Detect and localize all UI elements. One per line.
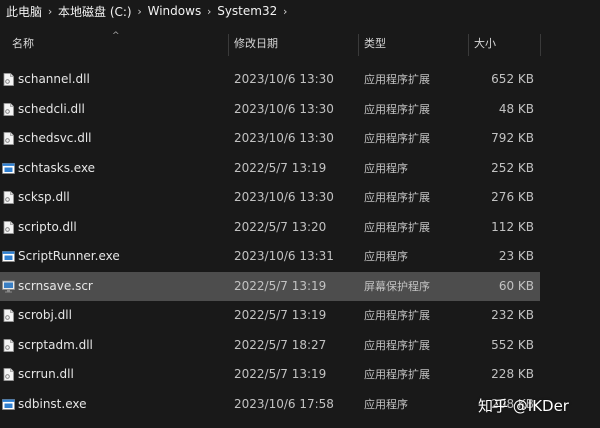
file-name: schedsvc.dll [18,131,92,145]
file-size: 276 KB [491,190,534,204]
file-name: schtasks.exe [18,160,96,175]
dll-icon [2,191,15,204]
file-row[interactable]: scksp.dll 2023/10/6 13:30 应用程序扩展 276 KB [0,183,540,212]
file-size: 48 KB [498,101,534,116]
file-size: 252 KB [491,160,534,175]
file-list: scecli.dll 2023/10/6 13:30 schannel.dll 2… [0,56,600,428]
breadcrumb: 此电脑 › 本地磁盘 (C:) › Windows › System32 › [0,0,600,22]
file-date: 2022/5/7 13:19 [234,278,327,293]
file-name: ScriptRunner.exe [18,249,120,263]
dll-icon [2,132,15,145]
file-name: scrptadm.dll [18,337,93,352]
breadcrumb-windows[interactable]: Windows [146,4,204,18]
column-header-size[interactable]: 大小 [474,32,496,56]
file-size: 652 KB [491,72,534,86]
chevron-right-icon[interactable]: › [134,5,146,18]
file-date: 2022/5/7 13:19 [234,160,327,175]
file-date: 2022/5/7 13:20 [234,219,327,234]
column-divider[interactable] [228,34,229,56]
file-name: sdbinst.exe [18,396,87,411]
column-header: ^ 名称 修改日期 类型 大小 [0,31,600,56]
file-row[interactable]: ScriptRunner.exe 2023/10/6 13:31 应用程序 23 KB [0,242,540,271]
file-row[interactable]: scrnsave.scr 2022/5/7 13:19 屏幕保护程序 60 KB [0,271,540,301]
file-type: 应用程序扩展 [364,191,430,204]
file-date: 2023/10/6 13:30 [234,190,334,204]
file-row[interactable]: scrobj.dll 2022/5/7 13:19 应用程序扩展 232 KB [0,301,540,330]
file-size: 792 KB [491,131,534,145]
file-name: scrnsave.scr [18,278,93,293]
file-row-partial[interactable]: scecli.dll 2023/10/6 13:30 [0,56,540,65]
file-type: 应用程序 [364,397,408,411]
file-name: scksp.dll [18,190,70,204]
file-row[interactable]: schedsvc.dll 2023/10/6 13:30 应用程序扩展 792 KB [0,124,540,153]
file-row[interactable]: schannel.dll 2023/10/6 13:30 应用程序扩展 652 KB [0,65,540,94]
file-row[interactable]: scripto.dll 2022/5/7 13:20 应用程序扩展 112 KB [0,213,540,242]
dll-icon [2,73,15,86]
file-date: 2022/5/7 13:19 [234,367,327,381]
file-name: schedcli.dll [18,101,85,116]
file-size: 232 KB [491,308,534,322]
file-row[interactable]: schedcli.dll 2023/10/6 13:30 应用程序扩展 48 KB [0,95,540,124]
file-date: 2022/5/7 13:19 [234,308,327,322]
file-size: 112 KB [491,219,534,234]
file-size: 552 KB [491,337,534,352]
dll-icon [2,102,15,116]
file-name: scrobj.dll [18,308,72,322]
file-type: 应用程序扩展 [364,73,430,86]
file-size: 60 KB [498,278,534,293]
screensaver-icon [2,280,15,293]
breadcrumb-local-disk[interactable]: 本地磁盘 (C:) [56,3,134,20]
dll-icon [2,220,15,234]
exe-icon [2,250,15,263]
file-size: 23 KB [498,249,534,263]
file-type: 屏幕保护程序 [364,279,430,293]
file-row[interactable]: sdbinst.exe 2023/10/6 17:58 应用程序 208 KB [0,390,540,419]
column-header-type[interactable]: 类型 [364,32,386,56]
dll-icon [2,338,15,352]
dll-icon [2,309,15,322]
file-date: 2023/10/6 13:31 [234,249,334,263]
column-divider[interactable] [468,34,469,56]
sort-ascending-icon: ^ [112,31,120,41]
column-header-date[interactable]: 修改日期 [234,32,278,56]
chevron-right-icon[interactable]: › [44,5,56,18]
breadcrumb-this-pc[interactable]: 此电脑 [4,3,44,20]
file-date: 2023/10/6 13:30 [234,72,334,86]
file-name: schannel.dll [18,72,90,86]
file-name: scripto.dll [18,219,77,234]
file-name: scrrun.dll [18,367,74,381]
file-date: 2023/10/6 17:58 [234,396,334,411]
chevron-right-icon[interactable]: › [279,5,291,18]
exe-icon [2,398,15,411]
file-name: scecli.dll [18,56,70,65]
file-row[interactable]: scrrun.dll 2022/5/7 13:19 应用程序扩展 228 KB [0,360,540,389]
file-type: 应用程序 [364,250,408,263]
file-type: 应用程序扩展 [364,309,430,322]
column-header-name[interactable]: 名称 [12,32,34,56]
file-row[interactable]: scrptadm.dll 2022/5/7 18:27 应用程序扩展 552 KB [0,331,540,360]
file-row[interactable]: schtasks.exe 2022/5/7 13:19 应用程序 252 KB [0,154,540,183]
watermark-text: 知乎 @IKDer [478,397,569,415]
chevron-right-icon[interactable]: › [203,5,215,18]
column-divider[interactable] [540,34,541,56]
file-date: 2023/10/6 13:30 [234,56,334,65]
file-date: 2023/10/6 13:30 [234,101,334,116]
exe-icon [2,162,15,175]
breadcrumb-system32[interactable]: System32 [215,4,279,18]
file-size: 228 KB [491,367,534,381]
file-date: 2022/5/7 18:27 [234,337,327,352]
file-type: 应用程序 [364,161,408,175]
dll-icon [2,368,15,381]
file-type: 应用程序扩展 [364,102,430,116]
file-date: 2023/10/6 13:30 [234,131,334,145]
file-type: 应用程序扩展 [364,132,430,145]
column-divider[interactable] [358,34,359,56]
file-type: 应用程序扩展 [364,220,430,234]
file-type: 应用程序扩展 [364,338,430,352]
file-type: 应用程序扩展 [364,368,430,381]
